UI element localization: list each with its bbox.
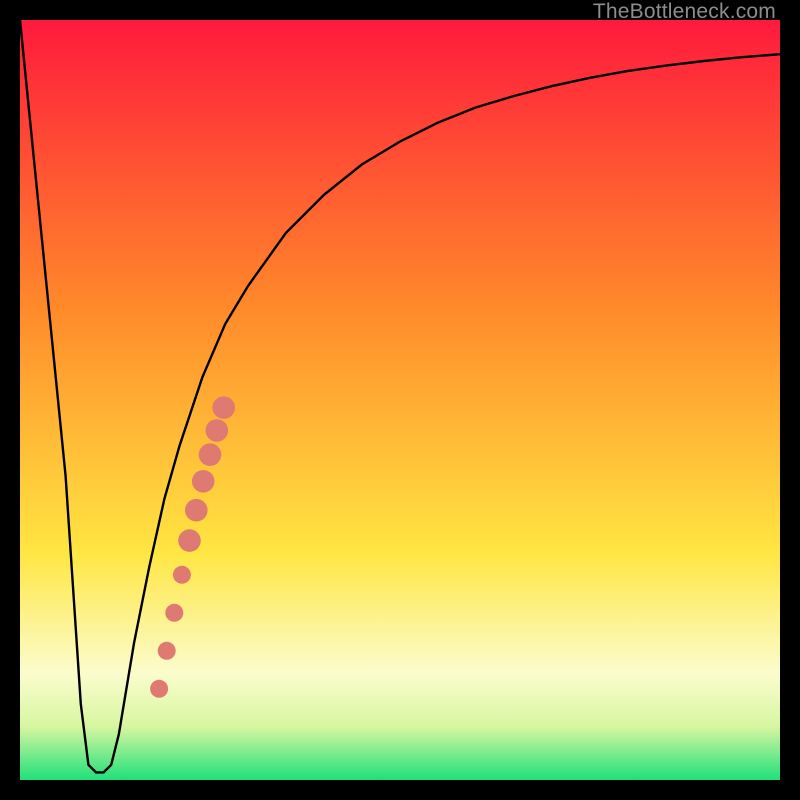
highlight-dot xyxy=(185,499,208,522)
highlight-dot xyxy=(165,604,183,622)
highlight-dot xyxy=(173,566,191,584)
highlight-dot xyxy=(192,470,215,493)
highlight-dot xyxy=(212,396,235,419)
bottleneck-chart xyxy=(20,20,780,780)
highlight-dot xyxy=(150,680,168,698)
highlight-dot xyxy=(158,642,176,660)
highlight-dot xyxy=(206,419,229,442)
highlight-dot xyxy=(199,443,222,466)
chart-frame xyxy=(20,20,780,780)
watermark-text: TheBottleneck.com xyxy=(593,0,776,24)
highlight-dot xyxy=(178,529,201,552)
gradient-background xyxy=(20,20,780,780)
